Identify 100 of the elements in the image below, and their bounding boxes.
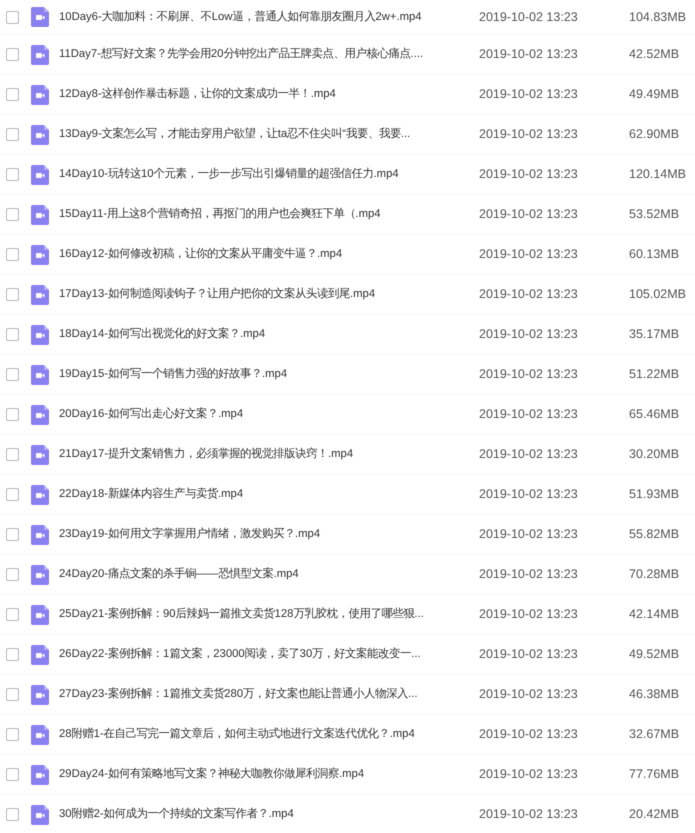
file-size: 49.49MB xyxy=(629,86,680,104)
video-file-icon xyxy=(31,444,49,464)
file-name[interactable]: 30附赠2-如何成为一个持续的文案写作者？.mp4 xyxy=(59,806,479,823)
file-size: 20.42MB xyxy=(629,806,680,824)
modified-date: 2019-10-02 13:23 xyxy=(479,166,579,184)
checkbox[interactable] xyxy=(6,648,19,661)
video-file-icon xyxy=(31,284,49,304)
video-file-icon xyxy=(31,124,49,144)
checkbox[interactable] xyxy=(6,48,19,61)
video-file-icon xyxy=(31,7,49,27)
video-file-icon xyxy=(31,564,49,584)
file-name[interactable]: 25Day21-案例拆解：90后辣妈一篇推文卖货128万乳胶枕，使用了哪些狠... xyxy=(59,606,479,623)
video-file-icon xyxy=(31,364,49,384)
video-file-icon xyxy=(31,404,49,424)
file-size: 42.14MB xyxy=(629,606,680,624)
file-name[interactable]: 21Day17-提升文案销售力，必须掌握的视觉排版诀窍！.mp4 xyxy=(59,446,479,463)
file-size: 46.38MB xyxy=(629,686,680,704)
file-size: 35.17MB xyxy=(629,326,680,344)
file-name[interactable]: 13Day9-文案怎么写，才能击穿用户欲望，让ta忍不住尖叫“我要、我要... xyxy=(59,126,479,143)
modified-date: 2019-10-02 13:23 xyxy=(479,326,579,344)
video-file-icon xyxy=(31,44,49,64)
modified-date: 2019-10-02 13:23 xyxy=(479,726,579,744)
checkbox[interactable] xyxy=(6,568,19,581)
checkbox[interactable] xyxy=(6,88,19,101)
checkbox[interactable] xyxy=(6,808,19,821)
checkbox[interactable] xyxy=(6,168,19,181)
checkbox[interactable] xyxy=(6,688,19,701)
file-size: 42.52MB xyxy=(629,46,680,64)
modified-date: 2019-10-02 13:23 xyxy=(479,246,579,264)
video-file-icon xyxy=(31,684,49,704)
file-name[interactable]: 15Day11-用上这8个营销奇招，再抠门的用户也会爽狂下单（.mp4 xyxy=(59,206,479,223)
modified-date: 2019-10-02 13:23 xyxy=(479,766,579,784)
file-size: 65.46MB xyxy=(629,406,680,424)
modified-date: 2019-10-02 13:23 xyxy=(479,446,579,464)
file-name[interactable]: 27Day23-案例拆解：1篇推文卖货280万，好文案也能让普通小人物深入... xyxy=(59,686,479,703)
video-file-icon xyxy=(31,804,49,824)
file-size: 53.52MB xyxy=(629,206,680,224)
video-file-icon xyxy=(31,324,49,344)
file-name[interactable]: 20Day16-如何写出走心好文案？.mp4 xyxy=(59,406,479,423)
checkbox[interactable] xyxy=(6,528,19,541)
video-file-icon xyxy=(31,764,49,784)
file-size: 55.82MB xyxy=(629,526,680,544)
file-size: 32.67MB xyxy=(629,726,680,744)
modified-date: 2019-10-02 13:23 xyxy=(479,526,579,544)
file-size: 60.13MB xyxy=(629,246,680,264)
modified-date: 2019-10-02 13:23 xyxy=(479,86,579,104)
modified-date: 2019-10-02 13:23 xyxy=(479,486,579,504)
modified-date: 2019-10-02 13:23 xyxy=(479,566,579,584)
file-name[interactable]: 17Day13-如何制造阅读钩子？让用户把你的文案从头读到尾.mp4 xyxy=(59,286,479,303)
checkbox[interactable] xyxy=(6,488,19,501)
checkbox[interactable] xyxy=(6,448,19,461)
video-file-icon xyxy=(31,484,49,504)
file-size: 120.14MB xyxy=(629,166,686,184)
file-size: 104.83MB xyxy=(629,8,686,26)
file-name[interactable]: 26Day22-案例拆解：1篇文案，23000阅读，卖了30万，好文案能改变一... xyxy=(59,646,479,663)
checkbox[interactable] xyxy=(6,248,19,261)
modified-date: 2019-10-02 13:23 xyxy=(479,206,579,224)
modified-date: 2019-10-02 13:23 xyxy=(479,286,579,304)
video-file-icon xyxy=(31,204,49,224)
file-name[interactable]: 19Day15-如何写一个销售力强的好故事？.mp4 xyxy=(59,366,479,383)
file-size: 62.90MB xyxy=(629,126,680,144)
modified-date: 2019-10-02 13:23 xyxy=(479,806,579,824)
file-size: 49.52MB xyxy=(629,646,680,664)
file-name[interactable]: 29Day24-如何有策略地写文案？神秘大咖教你做犀利洞察.mp4 xyxy=(59,766,479,783)
checkbox[interactable] xyxy=(6,288,19,301)
file-name[interactable]: 18Day14-如何写出视觉化的好文案？.mp4 xyxy=(59,326,479,343)
video-file-icon xyxy=(31,604,49,624)
file-size: 105.02MB xyxy=(629,286,686,304)
file-size: 51.93MB xyxy=(629,486,680,504)
file-name[interactable]: 16Day12-如何修改初稿，让你的文案从平庸变牛逼？.mp4 xyxy=(59,246,479,263)
file-name[interactable]: 11Day7-想写好文案？先学会用20分钟挖出产品王牌卖点、用户核心痛点.... xyxy=(59,46,479,63)
modified-date: 2019-10-02 13:23 xyxy=(479,406,579,424)
video-file-icon xyxy=(31,644,49,664)
modified-date: 2019-10-02 13:23 xyxy=(479,8,579,26)
modified-date: 2019-10-02 13:23 xyxy=(479,686,579,704)
video-file-icon xyxy=(31,244,49,264)
checkbox[interactable] xyxy=(6,128,19,141)
checkbox[interactable] xyxy=(6,328,19,341)
checkbox[interactable] xyxy=(6,768,19,781)
checkbox[interactable] xyxy=(6,368,19,381)
video-file-icon xyxy=(31,724,49,744)
file-name[interactable]: 14Day10-玩转这10个元素，一步一步写出引爆销量的超强信任力.mp4 xyxy=(59,166,479,183)
file-name[interactable]: 28附赠1-在自己写完一篇文章后，如何主动式地进行文案迭代优化？.mp4 xyxy=(59,726,479,743)
file-size: 77.76MB xyxy=(629,766,680,784)
checkbox[interactable] xyxy=(6,728,19,741)
checkbox[interactable] xyxy=(6,408,19,421)
file-name[interactable]: 23Day19-如何用文字掌握用户情绪，激发购买？.mp4 xyxy=(59,526,479,543)
file-name[interactable]: 12Day8-这样创作暴击标题，让你的文案成功一半！.mp4 xyxy=(59,86,479,103)
file-size: 51.22MB xyxy=(629,366,680,384)
checkbox[interactable] xyxy=(6,608,19,621)
file-size: 70.28MB xyxy=(629,566,680,584)
video-file-icon xyxy=(31,84,49,104)
file-name[interactable]: 22Day18-新媒体内容生产与卖货.mp4 xyxy=(59,486,479,503)
file-name[interactable]: 10Day6-大咖加料：不刷屏、不Low逼，普通人如何靠朋友圈月入2w+.mp4 xyxy=(59,8,479,26)
checkbox[interactable] xyxy=(6,208,19,221)
modified-date: 2019-10-02 13:23 xyxy=(479,366,579,384)
checkbox[interactable] xyxy=(6,10,19,24)
file-name[interactable]: 24Day20-痛点文案的杀手锏——恐惧型文案.mp4 xyxy=(59,566,479,583)
modified-date: 2019-10-02 13:23 xyxy=(479,126,579,144)
video-file-icon xyxy=(31,164,49,184)
